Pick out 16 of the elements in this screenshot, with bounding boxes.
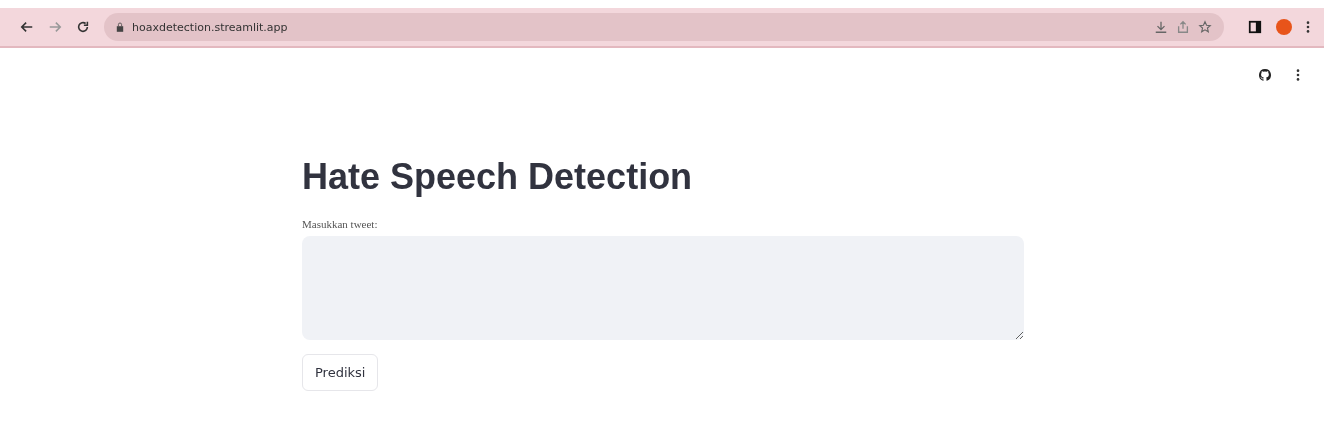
lock-icon [116,22,124,32]
predict-button[interactable]: Prediksi [302,354,379,391]
star-icon[interactable] [1198,20,1212,34]
github-icon[interactable] [1258,68,1272,82]
url-text: hoaxdetection.streamlit.app [132,20,288,34]
back-icon[interactable] [20,20,34,34]
menu-icon[interactable] [1296,68,1300,82]
profile-avatar[interactable] [1276,19,1292,35]
tweet-input-field[interactable] [302,236,1024,340]
input-label: Masukkan tweet: [302,218,378,230]
page-title: Hate Speech Detection [302,156,693,198]
reload-icon[interactable] [76,20,90,34]
address-bar[interactable]: hoaxdetection.streamlit.app [104,13,1224,41]
download-icon[interactable] [1154,20,1168,34]
menu-icon[interactable] [1306,20,1310,34]
sidebar-icon[interactable] [1248,20,1262,34]
